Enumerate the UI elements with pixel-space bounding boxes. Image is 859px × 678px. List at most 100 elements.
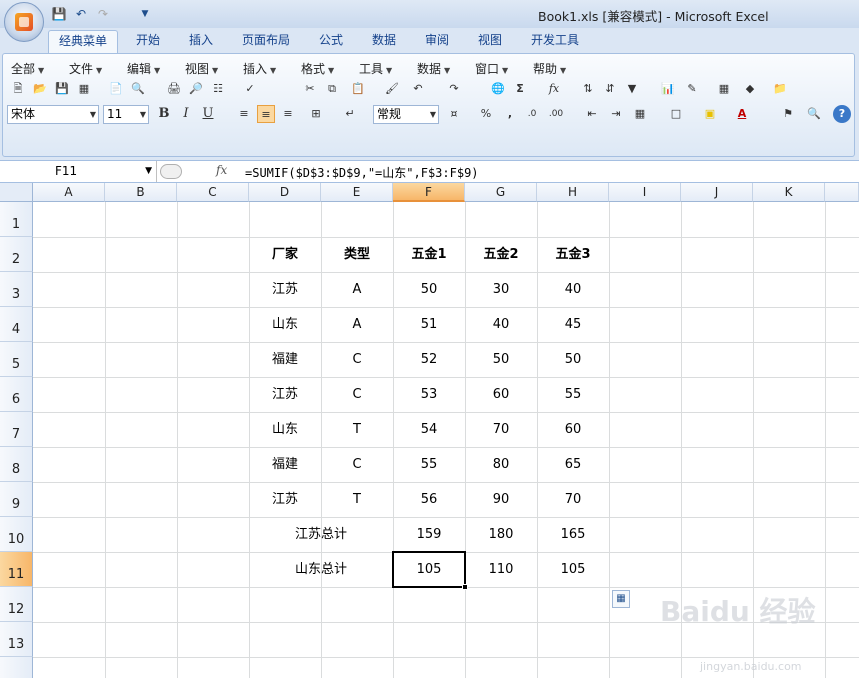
format-painter-icon[interactable]: 🖌 [383,80,401,98]
borders-icon[interactable]: □ [667,105,685,123]
redo-icon[interactable]: ↷ [445,80,463,98]
tab-data[interactable]: 数据 [361,30,407,53]
menu-format[interactable]: 格式 ▼ [301,60,334,77]
drawing-icon[interactable]: ✎ [683,80,701,98]
cell-e4[interactable]: A [321,307,393,342]
cell-h3[interactable]: 40 [537,272,609,307]
col-header-e[interactable]: E [321,183,393,202]
tab-formulas[interactable]: 公式 [308,30,354,53]
cell-d3[interactable]: 江苏 [249,272,321,307]
zoom-icon[interactable]: 🔍 [805,105,823,123]
cell-g3[interactable]: 30 [465,272,537,307]
col-header-i[interactable]: I [609,183,681,202]
tab-review[interactable]: 审阅 [414,30,460,53]
cell-f9[interactable]: 56 [393,482,465,517]
merge-center-icon[interactable]: ⊞ [307,105,325,123]
insert-function-button[interactable]: fx [216,163,227,177]
cell-d11-total-label[interactable]: 山东总计 [249,552,393,587]
fill-color-icon[interactable]: ▣ [701,105,719,123]
decrease-indent-icon[interactable]: ⇤ [583,105,601,123]
align-left-icon[interactable]: ≡ [235,105,253,123]
cell-d8[interactable]: 福建 [249,447,321,482]
align-right-icon[interactable]: ≡ [279,105,297,123]
percent-button[interactable]: % [477,105,495,123]
cell-f2[interactable]: 五金1 [393,237,465,272]
help-icon[interactable]: ? [833,105,851,123]
col-header-c[interactable]: C [177,183,249,202]
save-icon[interactable]: 💾 [50,5,68,23]
copy-icon[interactable]: ⧉ [323,80,341,98]
redo-icon[interactable]: ↷ [94,5,112,23]
row-header-13[interactable]: 13 [0,622,33,657]
row-header-8[interactable]: 8 [0,447,33,482]
cell-g2[interactable]: 五金2 [465,237,537,272]
row-header-5[interactable]: 5 [0,342,33,377]
cell-h7[interactable]: 60 [537,412,609,447]
cell-e7[interactable]: T [321,412,393,447]
col-header-d[interactable]: D [249,183,321,202]
col-header-j[interactable]: J [681,183,753,202]
tab-insert[interactable]: 插入 [178,30,224,53]
row-header-1[interactable]: 1 [0,202,33,237]
increase-decimal-icon[interactable]: .0 [523,105,541,123]
spelling-icon[interactable]: ✓ [241,80,259,98]
wrap-text-icon[interactable]: ↵ [341,105,359,123]
formula-input[interactable]: =SUMIF($D$3:$D$9,"=山东",F$3:F$9) [245,164,479,181]
cell-e8[interactable]: C [321,447,393,482]
cell-d5[interactable]: 福建 [249,342,321,377]
sort-ascending-icon[interactable]: ⇅ [579,80,597,98]
name-box[interactable]: F11 ▼ [0,161,157,182]
cell-h6[interactable]: 55 [537,377,609,412]
undo-icon[interactable]: ↶ [409,80,427,98]
row-header-6[interactable]: 6 [0,377,33,412]
row-header-11[interactable]: 11 [0,552,33,587]
row-header-7[interactable]: 7 [0,412,33,447]
cell-e2[interactable]: 类型 [321,237,393,272]
menu-all[interactable]: 全部 ▼ [11,60,44,77]
cell-h9[interactable]: 70 [537,482,609,517]
paste-icon[interactable]: 📋 [349,80,367,98]
menu-help[interactable]: 帮助 ▼ [533,60,566,77]
filter-icon[interactable]: ▼ [623,80,641,98]
cell-d9[interactable]: 江苏 [249,482,321,517]
cell-d2[interactable]: 厂家 [249,237,321,272]
cell-d10-total-label[interactable]: 江苏总计 [249,517,393,552]
cell-d7[interactable]: 山东 [249,412,321,447]
permission-icon[interactable]: ▦ [75,80,93,98]
row-header-12[interactable]: 12 [0,587,33,622]
col-header-g[interactable]: G [465,183,537,202]
sort-descending-icon[interactable]: ⇵ [601,80,619,98]
menu-view[interactable]: 视图 ▼ [185,60,218,77]
col-header-k[interactable]: K [753,183,825,202]
cell-g11[interactable]: 110 [465,552,537,587]
underline-button[interactable]: U [199,105,217,123]
style-icon[interactable]: ◆ [741,80,759,98]
menu-insert[interactable]: 插入 ▼ [243,60,276,77]
row-header-2[interactable]: 2 [0,237,33,272]
print-icon[interactable]: 🖨 [165,80,183,98]
font-size-select[interactable]: 11 ▼ [103,105,149,124]
font-name-select[interactable]: 宋体 ▼ [7,105,99,124]
autosum-icon[interactable]: Σ [511,80,529,98]
align-center-icon[interactable]: ≡ [257,105,275,123]
cell-f3[interactable]: 50 [393,272,465,307]
row-header-3[interactable]: 3 [0,272,33,307]
cell-h8[interactable]: 65 [537,447,609,482]
formula-cancel-button[interactable] [160,164,182,179]
research-icon[interactable]: ☷ [209,80,227,98]
tab-classic-menu[interactable]: 经典菜单 [48,30,118,53]
new-icon[interactable]: 🗎 [9,80,27,98]
menu-file[interactable]: 文件 ▼ [69,60,102,77]
zoom-preview-icon[interactable]: 🔎 [187,80,205,98]
tab-developer[interactable]: 开发工具 [520,30,590,53]
folder-icon[interactable]: 📁 [771,80,789,98]
illustration-icon[interactable]: ⚑ [779,105,797,123]
menu-data[interactable]: 数据 ▼ [417,60,450,77]
row-header-4[interactable]: 4 [0,307,33,342]
paste-options-icon[interactable]: ▦ [612,590,630,608]
bold-button[interactable]: B [155,105,173,123]
number-format-select[interactable]: 常规 ▼ [373,105,439,124]
cell-f7[interactable]: 54 [393,412,465,447]
cell-h4[interactable]: 45 [537,307,609,342]
fill-handle[interactable] [462,584,468,590]
